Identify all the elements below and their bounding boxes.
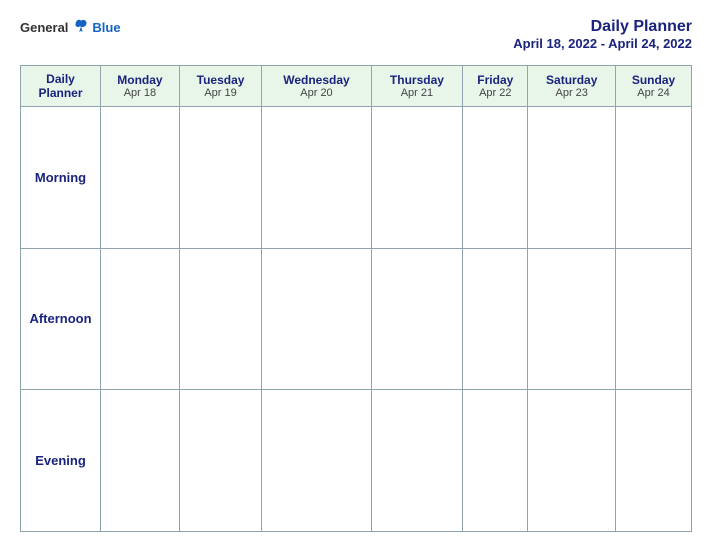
- page-header: General Blue Daily Planner April 18, 202…: [20, 18, 692, 51]
- date-apr22: Apr 22: [467, 87, 523, 99]
- afternoon-sun[interactable]: [616, 248, 692, 390]
- col-header-mon: Monday Apr 18: [101, 66, 180, 107]
- morning-wed[interactable]: [262, 107, 371, 249]
- afternoon-tue[interactable]: [179, 248, 261, 390]
- morning-fri[interactable]: [463, 107, 528, 249]
- date-apr20: Apr 20: [266, 87, 366, 99]
- date-apr19: Apr 19: [184, 87, 257, 99]
- morning-sat[interactable]: [528, 107, 616, 249]
- afternoon-wed[interactable]: [262, 248, 371, 390]
- date-range: April 18, 2022 - April 24, 2022: [513, 36, 692, 51]
- col-header-thu: Thursday Apr 21: [371, 66, 462, 107]
- table-header-row: Daily Planner Monday Apr 18 Tuesday Apr …: [21, 66, 692, 107]
- morning-thu[interactable]: [371, 107, 462, 249]
- corner-label-line2: Planner: [25, 86, 96, 100]
- col-header-sat: Saturday Apr 23: [528, 66, 616, 107]
- logo-general-text: General: [20, 20, 68, 35]
- day-sunday: Sunday: [620, 73, 687, 87]
- evening-sat[interactable]: [528, 390, 616, 532]
- planner-table: Daily Planner Monday Apr 18 Tuesday Apr …: [20, 65, 692, 532]
- evening-wed[interactable]: [262, 390, 371, 532]
- date-apr23: Apr 23: [532, 87, 611, 99]
- day-wednesday: Wednesday: [266, 73, 366, 87]
- corner-label-line1: Daily: [25, 72, 96, 86]
- afternoon-label: Afternoon: [21, 248, 101, 390]
- logo-bird-icon: [72, 18, 90, 36]
- corner-header: Daily Planner: [21, 66, 101, 107]
- afternoon-thu[interactable]: [371, 248, 462, 390]
- afternoon-row: Afternoon: [21, 248, 692, 390]
- day-friday: Friday: [467, 73, 523, 87]
- afternoon-sat[interactable]: [528, 248, 616, 390]
- date-apr21: Apr 21: [376, 87, 458, 99]
- evening-label: Evening: [21, 390, 101, 532]
- date-apr18: Apr 18: [105, 87, 175, 99]
- col-header-tue: Tuesday Apr 19: [179, 66, 261, 107]
- morning-mon[interactable]: [101, 107, 180, 249]
- evening-fri[interactable]: [463, 390, 528, 532]
- logo-area: General Blue: [20, 18, 121, 36]
- day-monday: Monday: [105, 73, 175, 87]
- day-tuesday: Tuesday: [184, 73, 257, 87]
- day-saturday: Saturday: [532, 73, 611, 87]
- morning-label: Morning: [21, 107, 101, 249]
- date-apr24: Apr 24: [620, 87, 687, 99]
- day-thursday: Thursday: [376, 73, 458, 87]
- title-area: Daily Planner April 18, 2022 - April 24,…: [513, 18, 692, 51]
- evening-sun[interactable]: [616, 390, 692, 532]
- morning-row: Morning: [21, 107, 692, 249]
- col-header-wed: Wednesday Apr 20: [262, 66, 371, 107]
- evening-thu[interactable]: [371, 390, 462, 532]
- morning-tue[interactable]: [179, 107, 261, 249]
- col-header-sun: Sunday Apr 24: [616, 66, 692, 107]
- page-title: Daily Planner: [513, 18, 692, 36]
- col-header-fri: Friday Apr 22: [463, 66, 528, 107]
- evening-tue[interactable]: [179, 390, 261, 532]
- afternoon-fri[interactable]: [463, 248, 528, 390]
- afternoon-mon[interactable]: [101, 248, 180, 390]
- evening-mon[interactable]: [101, 390, 180, 532]
- evening-row: Evening: [21, 390, 692, 532]
- logo-blue-text: Blue: [92, 20, 120, 35]
- morning-sun[interactable]: [616, 107, 692, 249]
